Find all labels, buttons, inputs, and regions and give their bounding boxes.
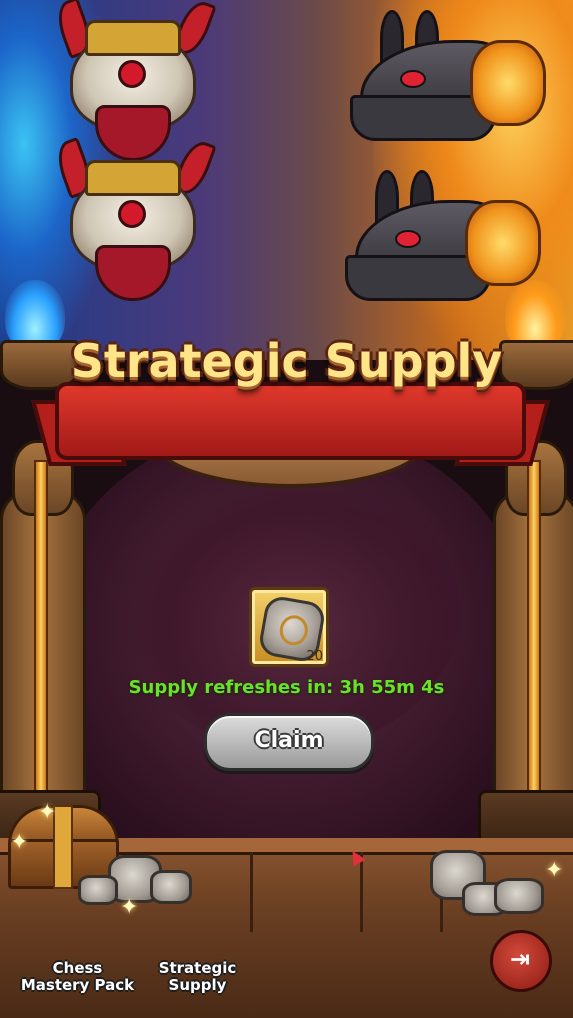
reward-item[interactable]: 20	[249, 587, 329, 667]
nav-chess-mastery-pack[interactable]: Chess Mastery Pack	[20, 960, 135, 994]
game-screen: Strategic Supply 20 Supply refreshes in:…	[0, 0, 573, 1018]
page-title: Strategic Supply	[70, 334, 503, 388]
claim-button[interactable]: Claim	[204, 713, 374, 771]
right-guardian-statue	[478, 420, 573, 846]
knight-character	[40, 136, 220, 310]
left-guardian-statue	[0, 420, 101, 846]
sparkle-icon: ✦	[120, 895, 139, 920]
sparkle-icon: ✦	[545, 858, 564, 883]
title-ribbon	[55, 382, 526, 460]
nav-strategic-supply[interactable]: Strategic Supply	[150, 960, 245, 994]
exit-icon: ⇥	[510, 945, 531, 973]
refresh-timer: Supply refreshes in: 3h 55m 4s	[128, 677, 445, 698]
stone-coin-icon	[494, 878, 544, 914]
sparkle-icon: ✦	[38, 800, 57, 825]
reward-quantity: 20	[306, 649, 323, 664]
stone-coin-icon	[150, 870, 192, 904]
nav-label: Chess Mastery Pack	[20, 959, 135, 994]
exit-button[interactable]: ⇥	[490, 930, 552, 992]
dragon-character	[320, 10, 550, 160]
floor-tile	[250, 852, 363, 932]
nav-label: Strategic Supply	[158, 959, 237, 994]
sparkle-icon: ✦	[10, 830, 29, 855]
stone-coin-icon	[78, 875, 118, 905]
